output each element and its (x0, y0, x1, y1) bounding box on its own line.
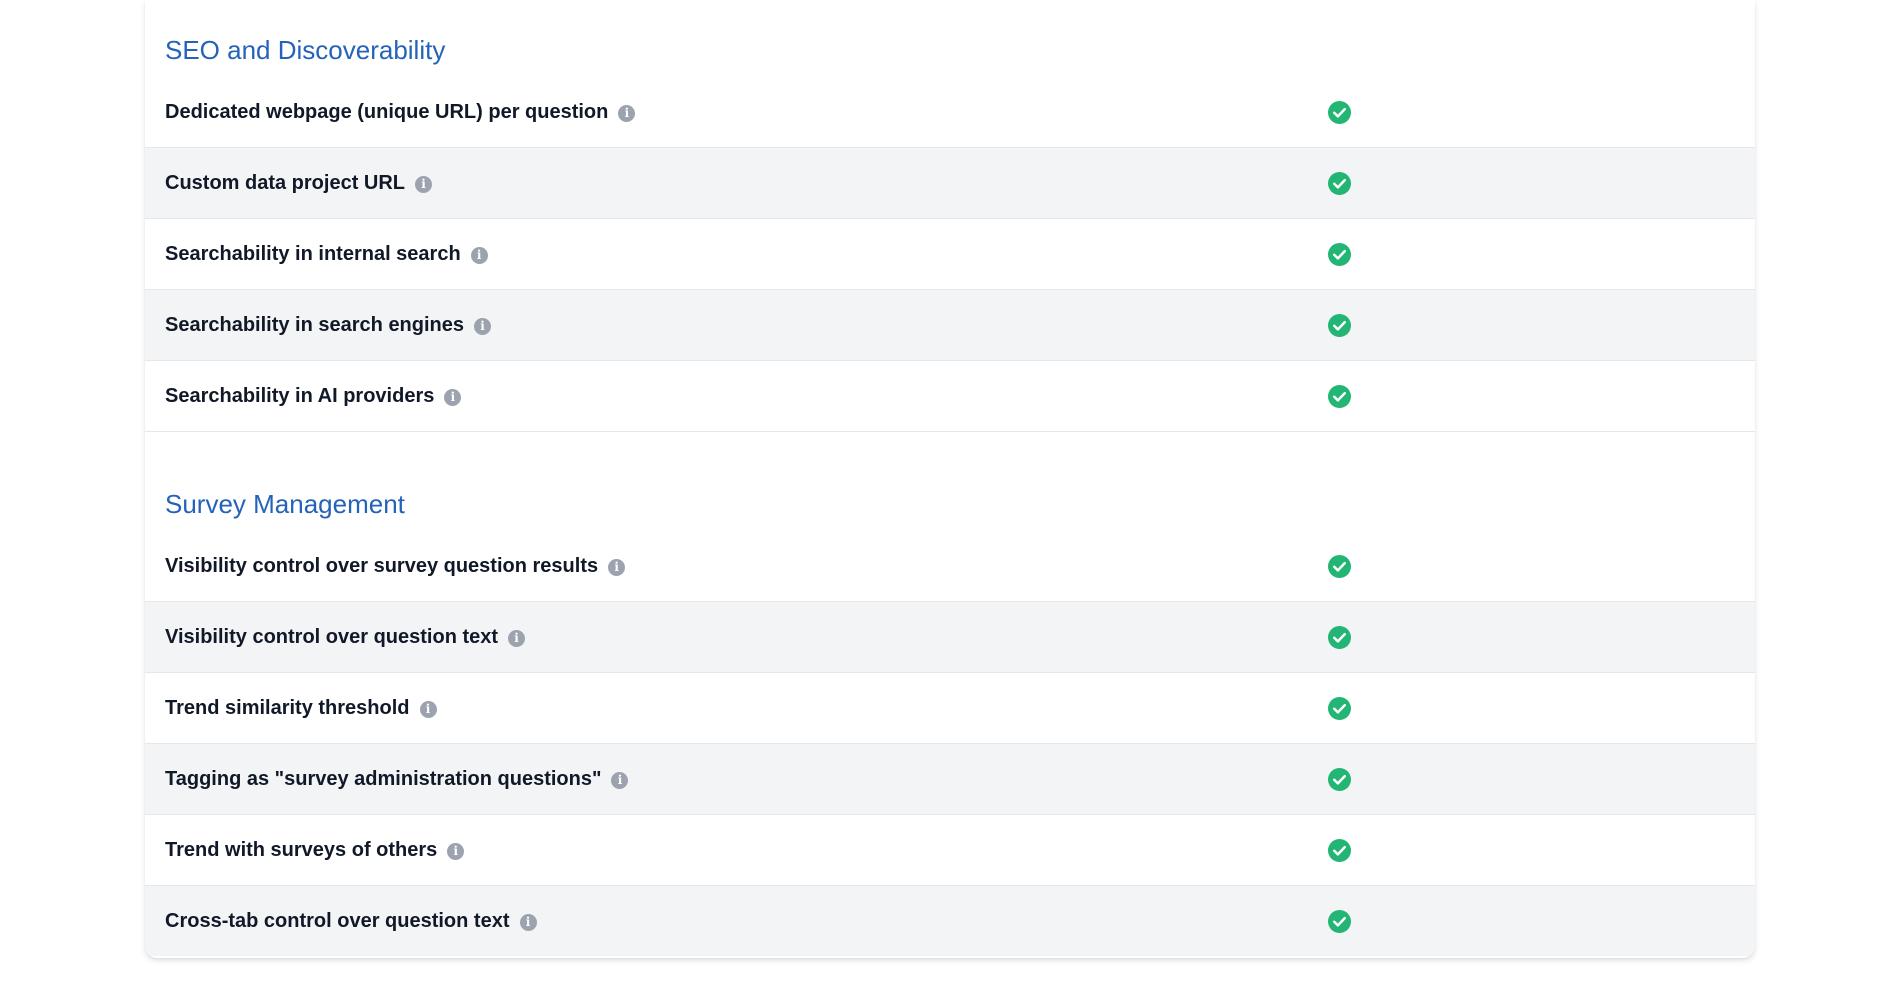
feature-row: Cross-tab control over question text i (145, 886, 1755, 956)
feature-label: Searchability in AI providers i (165, 361, 462, 431)
feature-row: Searchability in search engines i (145, 290, 1755, 361)
check-circle-icon (1328, 101, 1351, 124)
feature-label: Trend similarity threshold i (165, 673, 437, 743)
feature-row: Visibility control over question text i (145, 602, 1755, 673)
feature-label: Tagging as "survey administration questi… (165, 744, 629, 814)
feature-row: Trend with surveys of others i (145, 815, 1755, 886)
info-icon[interactable]: i (415, 176, 433, 193)
info-icon[interactable]: i (447, 843, 465, 860)
feature-label: Visibility control over survey question … (165, 531, 626, 601)
check-circle-icon (1328, 243, 1351, 266)
feature-label: Searchability in internal search i (165, 219, 488, 289)
info-icon[interactable]: i (611, 772, 629, 789)
feature-row: Dedicated webpage (unique URL) per quest… (145, 77, 1755, 148)
feature-row: Trend similarity threshold i (145, 673, 1755, 744)
section-title-seo: SEO and Discoverability (165, 35, 446, 65)
check-circle-icon (1328, 626, 1351, 649)
info-icon[interactable]: i (608, 559, 626, 576)
feature-label: Trend with surveys of others i (165, 815, 465, 885)
check-circle-icon (1328, 385, 1351, 408)
info-icon[interactable]: i (419, 701, 437, 718)
section-rows-seo: Dedicated webpage (unique URL) per quest… (145, 77, 1755, 432)
feature-label: Searchability in search engines i (165, 290, 492, 360)
feature-label: Custom data project URL i (165, 148, 433, 218)
section-title-survey-management: Survey Management (165, 489, 405, 519)
info-icon[interactable]: i (508, 630, 526, 647)
check-circle-icon (1328, 768, 1351, 791)
feature-comparison-card: SEO and Discoverability Dedicated webpag… (145, 0, 1755, 958)
check-circle-icon (1328, 314, 1351, 337)
feature-row: Tagging as "survey administration questi… (145, 744, 1755, 815)
feature-row: Searchability in AI providers i (145, 361, 1755, 432)
feature-row: Searchability in internal search i (145, 219, 1755, 290)
info-icon[interactable]: i (444, 389, 462, 406)
section-rows-survey-management: Visibility control over survey question … (145, 531, 1755, 956)
check-circle-icon (1328, 910, 1351, 933)
info-icon[interactable]: i (519, 914, 537, 931)
info-icon[interactable]: i (474, 318, 492, 335)
info-icon[interactable]: i (618, 105, 636, 122)
feature-label: Cross-tab control over question text i (165, 886, 537, 956)
feature-label: Dedicated webpage (unique URL) per quest… (165, 77, 636, 147)
info-icon[interactable]: i (470, 247, 488, 264)
check-circle-icon (1328, 555, 1351, 578)
check-circle-icon (1328, 839, 1351, 862)
feature-row: Visibility control over survey question … (145, 531, 1755, 602)
feature-label: Visibility control over question text i (165, 602, 526, 672)
check-circle-icon (1328, 172, 1351, 195)
check-circle-icon (1328, 697, 1351, 720)
feature-row: Custom data project URL i (145, 148, 1755, 219)
